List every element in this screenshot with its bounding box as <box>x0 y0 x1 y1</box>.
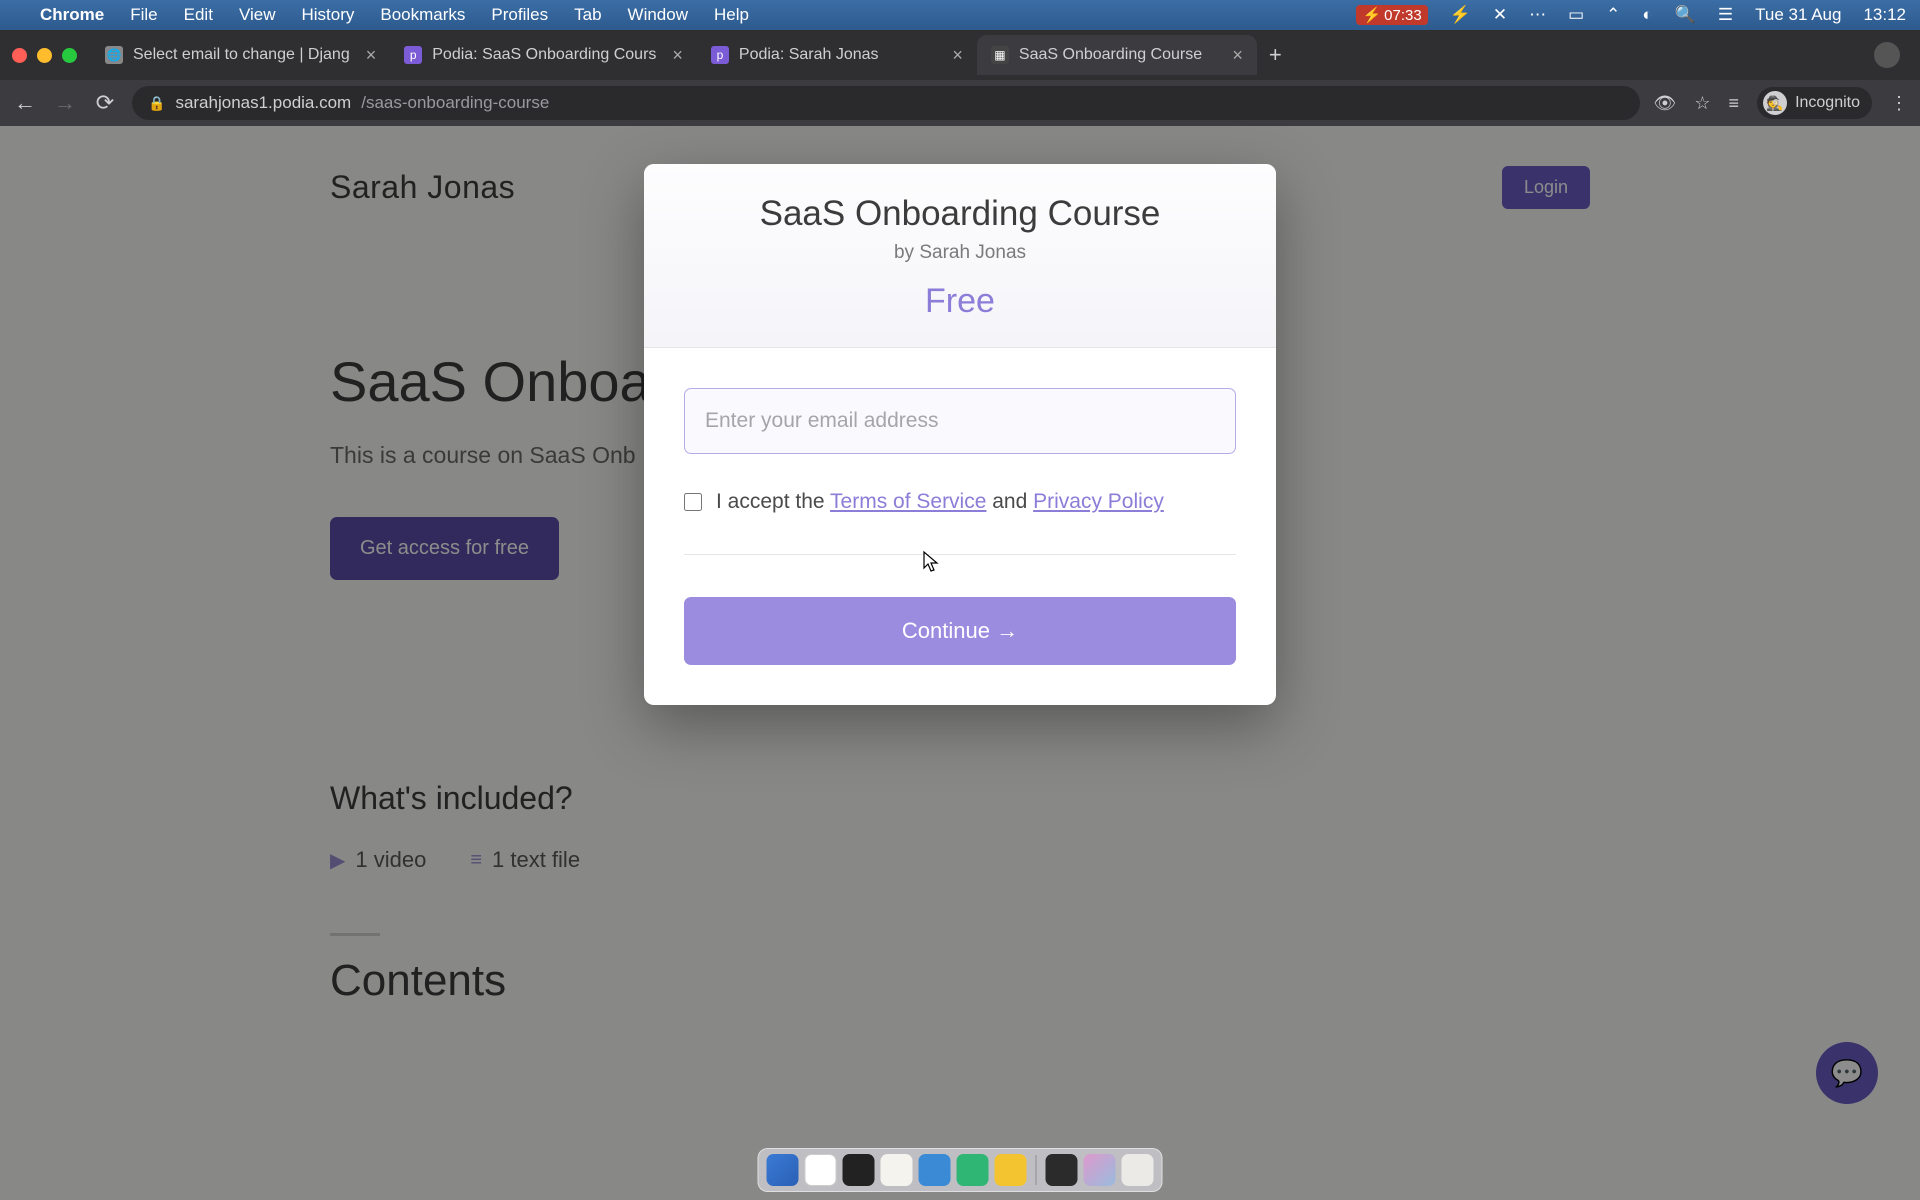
kebab-menu-icon[interactable]: ⋮ <box>1890 93 1908 114</box>
menu-window[interactable]: Window <box>628 5 688 25</box>
close-icon[interactable]: × <box>952 45 963 66</box>
accept-row: I accept the Terms of Service and Privac… <box>684 490 1236 555</box>
eye-off-icon[interactable]: 👁 <box>1654 93 1677 114</box>
url-path: /saas-onboarding-course <box>361 93 549 113</box>
signup-modal: SaaS Onboarding Course by Sarah Jonas Fr… <box>644 164 1276 705</box>
accept-label: I accept the Terms of Service and Privac… <box>716 490 1164 514</box>
menu-history[interactable]: History <box>301 5 354 25</box>
email-input[interactable] <box>684 388 1236 454</box>
tab-1[interactable]: p Podia: SaaS Onboarding Cours × <box>390 35 697 75</box>
tab-label: SaaS Onboarding Course <box>1019 46 1216 64</box>
incognito-hat-icon: 🕵 <box>1763 91 1787 115</box>
modal-byline: by Sarah Jonas <box>674 242 1246 264</box>
privacy-link[interactable]: Privacy Policy <box>1033 490 1164 513</box>
menu-edit[interactable]: Edit <box>184 5 213 25</box>
menubar-date[interactable]: Tue 31 Aug <box>1755 5 1841 25</box>
dock-notes[interactable] <box>881 1154 913 1186</box>
globe-icon: 🌐 <box>105 46 123 64</box>
tab-label: Podia: SaaS Onboarding Cours <box>432 46 656 64</box>
dock-quicktime[interactable] <box>919 1154 951 1186</box>
dock-app-3[interactable] <box>1046 1154 1078 1186</box>
dock-app-4[interactable] <box>1084 1154 1116 1186</box>
menu-tab[interactable]: Tab <box>574 5 601 25</box>
window-close[interactable] <box>12 48 27 63</box>
tab-label: Select email to change | Djang <box>133 46 350 64</box>
macos-dock <box>758 1148 1163 1192</box>
site-icon: ▦ <box>991 46 1009 64</box>
menu-profiles[interactable]: Profiles <box>491 5 548 25</box>
window-controls <box>12 48 77 63</box>
menu-view[interactable]: View <box>239 5 276 25</box>
tab-3-active[interactable]: ▦ SaaS Onboarding Course × <box>977 35 1257 75</box>
tab-strip: 🌐 Select email to change | Djang × p Pod… <box>0 30 1920 80</box>
modal-header: SaaS Onboarding Course by Sarah Jonas Fr… <box>644 164 1276 348</box>
dock-app-1[interactable] <box>957 1154 989 1186</box>
incognito-chip[interactable]: 🕵 Incognito <box>1757 87 1872 119</box>
modal-title: SaaS Onboarding Course <box>674 194 1246 234</box>
window-maximize[interactable] <box>62 48 77 63</box>
tos-link[interactable]: Terms of Service <box>830 490 986 513</box>
dock-separator <box>1036 1155 1037 1185</box>
close-icon[interactable]: × <box>366 45 377 66</box>
status-icon-2[interactable]: ✕ <box>1493 5 1507 25</box>
new-tab-button[interactable]: + <box>1257 42 1294 68</box>
siri-icon[interactable]: ☰ <box>1718 5 1733 25</box>
dock-finder[interactable] <box>767 1154 799 1186</box>
macos-menubar: Chrome File Edit View History Bookmarks … <box>0 0 1920 30</box>
page-viewport: Sarah Jonas Login SaaS Onboard This is a… <box>0 126 1920 1200</box>
accept-prefix: I accept the <box>716 490 830 513</box>
address-bar: ← → ⟳ 🔒 sarahjonas1.podia.com/saas-onboa… <box>0 80 1920 126</box>
menu-help[interactable]: Help <box>714 5 749 25</box>
tab-2[interactable]: p Podia: Sarah Jonas × <box>697 35 977 75</box>
spotlight-icon[interactable]: 🔍 <box>1675 5 1696 25</box>
menubar-clock[interactable]: 13:12 <box>1863 5 1906 25</box>
podia-icon: p <box>711 46 729 64</box>
reload-button[interactable]: ⟳ <box>92 90 118 116</box>
control-center-icon[interactable]: ◐ <box>1642 5 1652 25</box>
dock-chrome[interactable] <box>805 1154 837 1186</box>
dock-app-2[interactable] <box>995 1154 1027 1186</box>
omnibox[interactable]: 🔒 sarahjonas1.podia.com/saas-onboarding-… <box>132 86 1640 120</box>
close-icon[interactable]: × <box>1232 45 1243 66</box>
close-icon[interactable]: × <box>672 45 683 66</box>
app-name[interactable]: Chrome <box>40 5 104 25</box>
incognito-indicator-icon[interactable] <box>1874 42 1900 68</box>
dock-terminal[interactable] <box>843 1154 875 1186</box>
podia-icon: p <box>404 46 422 64</box>
menu-bookmarks[interactable]: Bookmarks <box>380 5 465 25</box>
url-host: sarahjonas1.podia.com <box>175 93 351 113</box>
tab-0[interactable]: 🌐 Select email to change | Djang × <box>91 35 390 75</box>
lock-icon[interactable]: 🔒 <box>148 95 165 112</box>
forward-button[interactable]: → <box>52 90 78 116</box>
continue-button[interactable]: Continue → <box>684 597 1236 665</box>
incognito-label: Incognito <box>1795 94 1860 112</box>
status-icon-1[interactable]: ⚡ <box>1450 5 1471 25</box>
star-icon[interactable]: ☆ <box>1694 93 1710 114</box>
dock-trash[interactable] <box>1122 1154 1154 1186</box>
tab-label: Podia: Sarah Jonas <box>739 46 936 64</box>
menu-file[interactable]: File <box>130 5 157 25</box>
status-icon-3[interactable]: ⋯ <box>1529 5 1546 25</box>
battery-status[interactable]: ⚡07:33 <box>1356 5 1427 25</box>
window-minimize[interactable] <box>37 48 52 63</box>
modal-body: I accept the Terms of Service and Privac… <box>644 348 1276 705</box>
chrome-window: 🌐 Select email to change | Djang × p Pod… <box>0 30 1920 1200</box>
accept-checkbox[interactable] <box>684 493 702 511</box>
battery-icon[interactable]: ▭ <box>1568 5 1584 25</box>
wifi-icon[interactable]: ⌃ <box>1606 5 1620 25</box>
accept-and: and <box>986 490 1033 513</box>
back-button[interactable]: ← <box>12 90 38 116</box>
modal-price: Free <box>674 282 1246 321</box>
reading-list-icon[interactable]: ≡ <box>1729 93 1740 114</box>
